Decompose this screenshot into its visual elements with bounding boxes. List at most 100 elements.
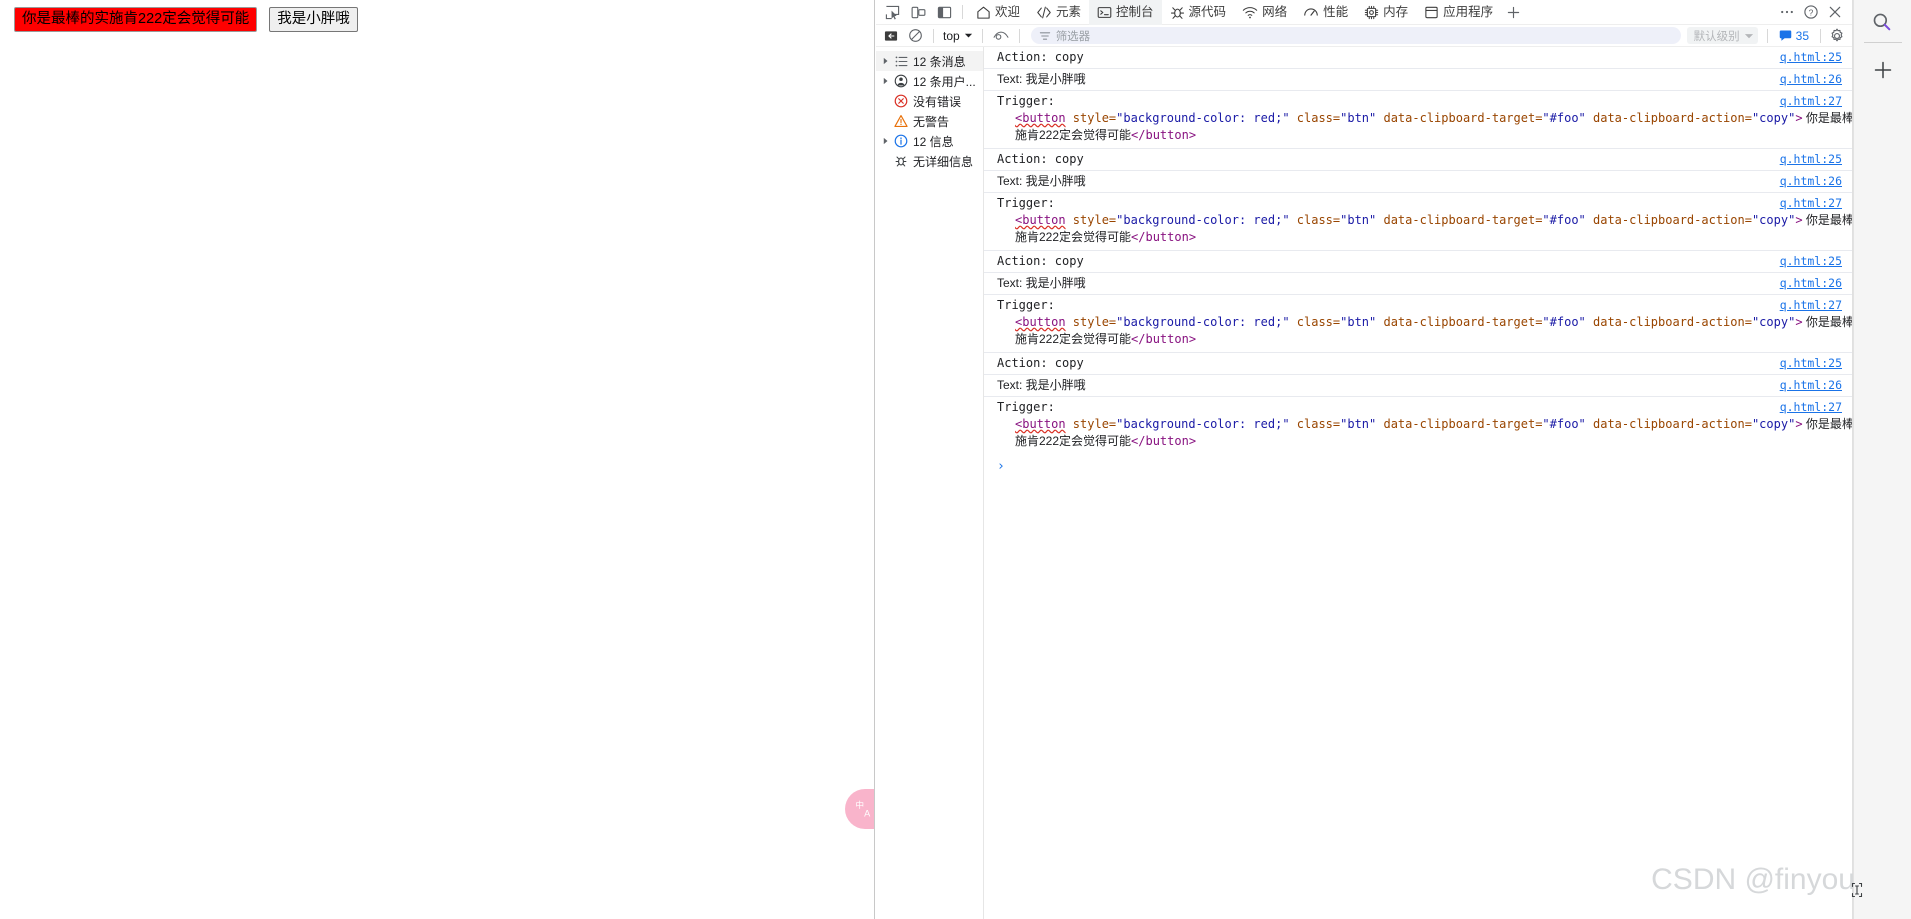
sidebar-item-info[interactable]: 12 信息 <box>876 131 983 151</box>
sidebar-item-label: 12 条用户... <box>913 74 976 89</box>
code-attr1-value: "background-color: red;" <box>1116 417 1290 431</box>
console-message-text[interactable]: Text: 我是小胖哦 q.html:26 <box>984 375 1852 397</box>
source-link[interactable]: q.html:26 <box>1780 173 1842 190</box>
console-message-text[interactable]: Text: 我是小胖哦 q.html:26 <box>984 69 1852 91</box>
tab-elements[interactable]: 元素 <box>1028 0 1089 25</box>
dom-node-snippet[interactable]: <button style="background-color: red;" c… <box>997 416 1852 433</box>
user-messages-icon <box>892 74 910 88</box>
source-link[interactable]: q.html:27 <box>1780 399 1842 416</box>
chevron-down-icon <box>1744 33 1753 38</box>
issues-counter[interactable]: 35 <box>1773 29 1815 43</box>
code-attr3-value: "#foo" <box>1542 315 1586 329</box>
tab-label: 内存 <box>1383 5 1409 20</box>
tab-performance[interactable]: 性能 <box>1295 0 1356 25</box>
dock-side-icon[interactable] <box>931 0 957 25</box>
dom-node-snippet[interactable]: <button style="background-color: red;" c… <box>997 110 1852 127</box>
translate-widget[interactable]: 中 A <box>845 789 874 829</box>
dom-node-snippet[interactable]: <button style="background-color: red;" c… <box>997 314 1852 331</box>
verbose-icon <box>892 154 910 168</box>
devtools-panel: 欢迎 元素 控制台 源代码 网络 性能 内存 应用程序 ? top 筛选器 默认… <box>876 0 1911 919</box>
code-icon <box>1037 6 1051 19</box>
source-link[interactable]: q.html:25 <box>1780 49 1842 66</box>
console-message-trigger[interactable]: Trigger: <button style="background-color… <box>984 397 1852 454</box>
sidebar-item-verbose[interactable]: 无详细信息 <box>876 151 983 171</box>
source-link[interactable]: q.html:26 <box>1780 377 1842 394</box>
home-icon <box>977 6 990 19</box>
console-message-action[interactable]: Action: copy q.html:25 <box>984 353 1852 375</box>
clear-console-icon[interactable] <box>880 25 902 47</box>
execution-context-select[interactable]: top <box>941 29 975 43</box>
add-panel-button[interactable] <box>1501 0 1525 25</box>
console-message-action[interactable]: Action: copy q.html:25 <box>984 47 1852 69</box>
dom-node-snippet-wrap[interactable]: 施肯222定会觉得可能</button> <box>997 229 1852 246</box>
console-message-trigger[interactable]: Trigger: <button style="background-color… <box>984 91 1852 149</box>
console-message-trigger[interactable]: Trigger: <button style="background-color… <box>984 295 1852 353</box>
copy-trigger-button[interactable]: 你是最棒的实施肯222定会觉得可能 <box>14 7 258 33</box>
source-link[interactable]: q.html:25 <box>1780 253 1842 270</box>
source-link[interactable]: q.html:27 <box>1780 93 1842 110</box>
source-link[interactable]: q.html:25 <box>1780 355 1842 372</box>
code-attr3-name: data-clipboard-target= <box>1376 213 1543 227</box>
code-wrap-text: 施肯222定会觉得可能 <box>1015 230 1132 244</box>
code-attr3-value: "#foo" <box>1542 111 1586 125</box>
console-message-text[interactable]: Text: 我是小胖哦 q.html:26 <box>984 171 1852 193</box>
device-toolbar-icon[interactable] <box>905 0 931 25</box>
inspect-element-icon[interactable] <box>879 0 905 25</box>
copy-source-button[interactable]: 我是小胖哦 <box>269 7 358 33</box>
application-icon <box>1425 6 1438 19</box>
svg-text:A: A <box>864 808 871 818</box>
console-message-trigger[interactable]: Trigger: <button style="background-color… <box>984 193 1852 251</box>
console-log-area[interactable]: Action: copy q.html:25 Text: 我是小胖哦 q.htm… <box>984 47 1852 919</box>
console-message-text[interactable]: Text: 我是小胖哦 q.html:26 <box>984 273 1852 295</box>
tab-welcome[interactable]: 欢迎 <box>968 0 1028 25</box>
dom-node-snippet-wrap[interactable]: 施肯222定会觉得可能</button> <box>997 331 1852 348</box>
source-link[interactable]: q.html:27 <box>1780 297 1842 314</box>
expand-arrow-icon[interactable] <box>880 77 892 85</box>
message-text: Text: 我是小胖哦 <box>997 276 1086 290</box>
code-tag-open: <button <box>1015 213 1066 227</box>
dom-node-snippet-wrap[interactable]: 施肯222定会觉得可能</button> <box>997 433 1852 450</box>
filter-placeholder: 筛选器 <box>1055 30 1091 43</box>
sidebar-item-errors[interactable]: 没有错误 <box>876 91 983 111</box>
no-entry-icon[interactable] <box>904 25 926 47</box>
dom-node-snippet[interactable]: <button style="background-color: red;" c… <box>997 212 1852 229</box>
sidebar-item-label: 无详细信息 <box>913 154 974 169</box>
source-link[interactable]: q.html:27 <box>1780 195 1842 212</box>
sidebar-item-warnings[interactable]: 无警告 <box>876 111 983 131</box>
sidebar-item-messages[interactable]: 12 条消息 <box>876 51 983 71</box>
console-message-action[interactable]: Action: copy q.html:25 <box>984 251 1852 273</box>
source-link[interactable]: q.html:25 <box>1780 151 1842 168</box>
code-attr4-value: "copy" <box>1751 417 1796 431</box>
expand-arrow-icon[interactable] <box>880 137 892 145</box>
plus-icon[interactable] <box>1874 61 1892 84</box>
tab-application[interactable]: 应用程序 <box>1416 0 1501 25</box>
tab-memory[interactable]: 内存 <box>1356 0 1416 25</box>
issues-count-value: 35 <box>1795 28 1809 43</box>
console-message-action[interactable]: Action: copy q.html:25 <box>984 149 1852 171</box>
tab-sources[interactable]: 源代码 <box>1162 0 1235 25</box>
prompt-chevron-icon: › <box>997 459 1005 474</box>
log-level-select[interactable]: 默认级别 <box>1686 27 1758 44</box>
source-link[interactable]: q.html:26 <box>1780 275 1842 292</box>
more-options-icon[interactable] <box>1776 0 1798 25</box>
message-text: Trigger: <box>997 400 1055 414</box>
close-devtools-icon[interactable] <box>1824 0 1846 25</box>
sidebar-item-user-messages[interactable]: 12 条用户... <box>876 71 983 91</box>
eye-icon[interactable] <box>990 25 1012 47</box>
code-attr2-value: "btn" <box>1340 213 1377 227</box>
message-text: Text: 我是小胖哦 <box>997 378 1086 392</box>
tab-console[interactable]: 控制台 <box>1089 0 1162 25</box>
tab-label: 欢迎 <box>995 5 1021 20</box>
search-icon[interactable] <box>1871 11 1893 38</box>
tab-label: 性能 <box>1323 5 1349 20</box>
expand-arrow-icon[interactable] <box>880 57 892 65</box>
console-prompt[interactable]: › <box>984 454 1852 474</box>
source-link[interactable]: q.html:26 <box>1780 71 1842 88</box>
filter-input[interactable]: 筛选器 <box>1030 27 1681 44</box>
help-icon[interactable]: ? <box>1800 0 1822 25</box>
devtools-window-controls: ? <box>1776 0 1852 24</box>
tab-network[interactable]: 网络 <box>1234 0 1295 25</box>
message-text: Text: 我是小胖哦 <box>997 72 1086 86</box>
dom-node-snippet-wrap[interactable]: 施肯222定会觉得可能</button> <box>997 127 1852 144</box>
settings-gear-icon[interactable] <box>1826 25 1848 47</box>
